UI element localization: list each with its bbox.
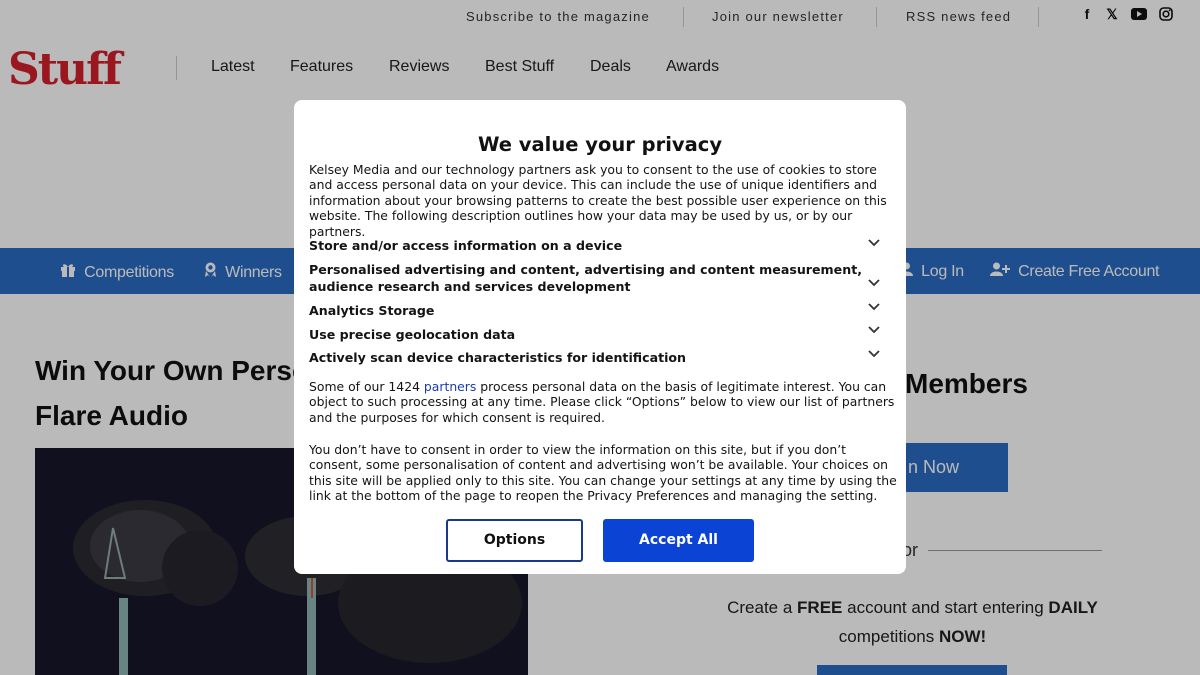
no-consent-text: You don’t have to consent in order to vi… [309,442,897,504]
dialog-title: We value your privacy [477,133,723,156]
text-fragment: Some of our 1424 [309,379,424,394]
consent-intro: Kelsey Media and our technology partners… [309,162,887,239]
accept-all-button[interactable]: Accept All [603,519,754,562]
chevron-down-icon[interactable] [867,302,881,312]
purpose-analytics[interactable]: Analytics Storage [309,302,869,319]
legitimate-interest-text: Some of our 1424 partners process person… [309,379,897,425]
chevron-down-icon[interactable] [867,349,881,359]
chevron-down-icon[interactable] [867,325,881,335]
chevron-down-icon[interactable] [867,278,881,288]
options-button[interactable]: Options [446,519,583,562]
purpose-geolocation[interactable]: Use precise geolocation data [309,326,869,343]
partners-link[interactable]: partners [424,379,476,394]
privacy-consent-dialog: We value your privacy Kelsey Media and o… [294,100,906,574]
chevron-down-icon[interactable] [867,238,881,248]
purpose-device-scan[interactable]: Actively scan device characteristics for… [309,349,869,366]
purpose-personalised-ads[interactable]: Personalised advertising and content, ad… [309,261,869,295]
purpose-storage[interactable]: Store and/or access information on a dev… [309,237,869,254]
